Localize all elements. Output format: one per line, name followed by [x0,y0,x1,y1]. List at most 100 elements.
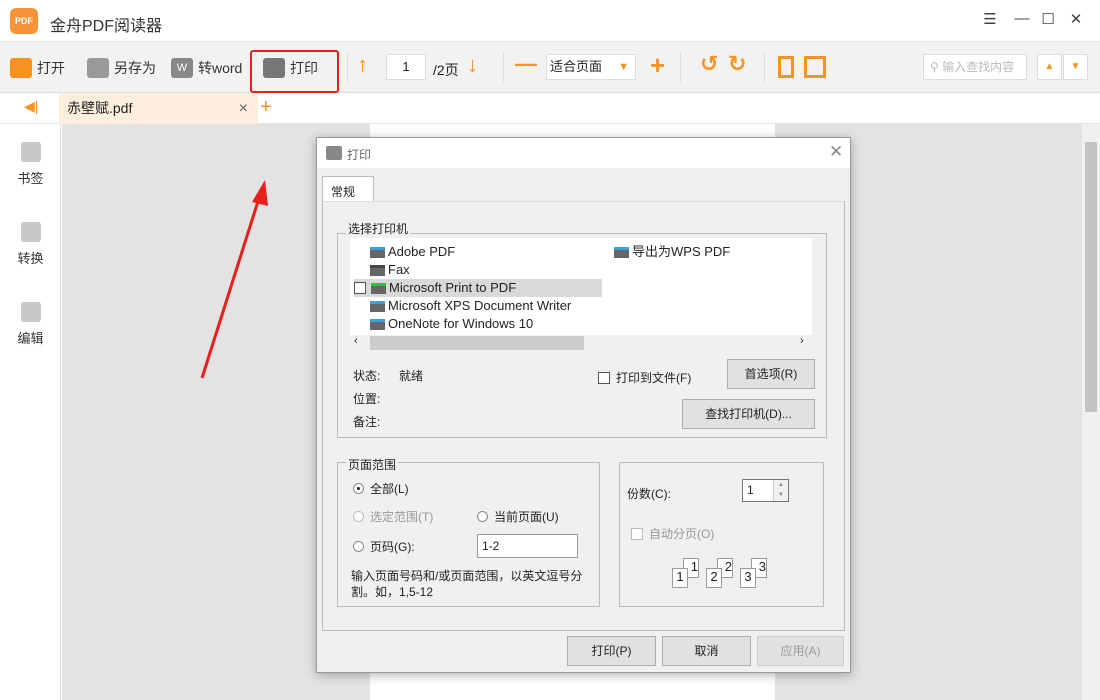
range-pages-radio[interactable]: 页码(G): [353,538,415,555]
to-word-label: 转word [198,60,243,76]
status-value: 就绪 [399,369,424,383]
printer-name: 导出为WPS PDF [632,244,731,259]
scroll-right-icon[interactable]: › [800,335,804,347]
printer-name: Microsoft XPS Document Writer [388,298,572,313]
collapse-sidebar-icon[interactable]: ◀| [24,98,38,115]
search-input[interactable]: ⚲ 输入查找内容 [923,54,1027,80]
save-as-button[interactable]: 另存为 [87,54,156,82]
search-placeholder: 输入查找内容 [942,60,1015,74]
printer-item[interactable]: 导出为WPS PDF [614,243,730,261]
page-sheet: 2 [706,568,722,588]
horizontal-scrollbar[interactable]: ‹ › [350,335,812,351]
range-current-radio[interactable]: 当前页面(U) [477,508,559,525]
sidebar-item-convert[interactable]: 转换 [0,222,61,267]
maximize-button[interactable]: ☐ [1038,10,1058,28]
find-printer-button[interactable]: 查找打印机(D)... [682,399,815,429]
radio [353,541,364,552]
printer-icon [326,146,342,160]
save-as-label: 另存为 [114,60,156,76]
checkmark-icon [354,282,366,294]
spinner-arrows-icon[interactable]: ▲ ▼ [773,480,788,501]
zoom-select[interactable]: 适合页面 ▼ [546,54,636,80]
printer-item[interactable]: Fax [370,261,410,279]
open-button[interactable]: 打开 [10,54,65,82]
search-prev-button[interactable]: ▲ [1037,54,1062,80]
divider [764,52,765,82]
single-page-icon[interactable] [778,56,794,78]
minimize-button[interactable]: — [1012,10,1032,27]
sidebar-label: 编辑 [17,331,44,346]
range-all-radio[interactable]: 全部(L) [353,480,409,497]
prev-page-icon[interactable]: ↑ [357,52,368,78]
page-range-label: 页面范围 [346,456,399,473]
print-to-file-label: 打印到文件(F) [616,371,692,385]
page-number-input[interactable]: 1 [386,54,426,80]
tab-document[interactable]: 赤壁赋.pdf × [59,93,258,124]
collate-label: 自动分页(O) [649,527,715,541]
page-range-input[interactable]: 1-2 [477,534,578,558]
status-label: 状态: [353,369,381,383]
zoom-out-icon[interactable]: — [515,51,537,77]
print-to-file-checkbox[interactable]: 打印到文件(F) [598,369,691,386]
page-sheet: 3 [740,568,756,588]
printer-item[interactable]: Microsoft XPS Document Writer [370,297,571,315]
dialog-close-icon[interactable]: ✕ [829,142,843,162]
printer-name: Adobe PDF [388,244,456,259]
add-tab-icon[interactable]: + [260,96,272,119]
printer-name: Fax [388,262,410,277]
fax-icon [370,264,385,276]
zoom-mode-value: 适合页面 [550,59,603,74]
copies-spinner[interactable]: 1 ▲ ▼ [742,479,789,502]
sidebar-label: 书签 [17,171,44,186]
folder-icon [10,58,32,78]
printer-icon [370,318,385,330]
title-bar: PDF 金舟PDF阅读器 ☰ — ☐ ✕ [0,0,1100,42]
cancel-button[interactable]: 取消 [662,636,751,666]
menu-icon[interactable]: ☰ [980,10,1000,28]
rotate-left-icon[interactable]: ↺ [700,51,718,77]
search-next-button[interactable]: ▼ [1063,54,1088,80]
sidebar: 书签 转换 编辑 [0,124,61,700]
printer-item[interactable]: OneNote for Windows 10 [370,315,533,333]
rotate-right-icon[interactable]: ↻ [728,51,746,77]
to-word-button[interactable]: W 转word [171,54,242,82]
scroll-left-icon[interactable]: ‹ [354,335,358,347]
zoom-in-icon[interactable]: + [650,50,665,81]
close-button[interactable]: ✕ [1066,10,1086,28]
checkbox[interactable] [598,372,610,384]
sidebar-item-bookmarks[interactable]: 书签 [0,142,61,187]
printer-item-selected[interactable]: Microsoft Print to PDF [354,279,602,297]
printer-group-label: 选择打印机 [346,220,411,237]
radio-label: 页码(G): [370,540,415,554]
chevron-down-icon: ▼ [618,61,629,73]
double-page-icon[interactable] [804,56,826,78]
scrollbar-thumb[interactable] [1085,142,1097,412]
tab-general[interactable]: 常规 [322,176,374,202]
range-hint: 输入页面号码和/或页面范围，以英文逗号分割。如，1,5-12 [351,569,583,599]
red-arrow [200,180,268,379]
next-page-icon[interactable]: ↓ [467,52,478,78]
preferences-button[interactable]: 首选项(R) [727,359,815,389]
checkbox [631,528,643,540]
copies-label: 份数(C): [627,487,671,501]
radio [353,511,364,522]
scrollbar-thumb[interactable] [370,336,584,350]
radio [353,483,364,494]
sidebar-item-edit[interactable]: 编辑 [0,302,61,347]
printer-name: OneNote for Windows 10 [388,316,534,331]
app-logo: PDF [10,8,38,34]
dialog-title: 打印 [347,148,372,162]
edit-icon [20,302,41,322]
radio-label: 全部(L) [370,482,409,496]
open-label: 打开 [37,60,65,76]
printer-icon [370,246,385,258]
printer-list[interactable]: Adobe PDF Fax Microsoft Print to PDF Mic… [350,238,812,338]
divider [680,52,681,82]
radio-label: 当前页面(U) [494,510,559,524]
printer-item[interactable]: Adobe PDF [370,243,455,261]
close-tab-icon[interactable]: × [239,93,248,124]
sidebar-label: 转换 [17,251,44,266]
page-total: /2页 [433,62,459,78]
print-confirm-button[interactable]: 打印(P) [567,636,656,666]
print-dialog: 打印 ✕ 常规 选择打印机 Adobe PDF Fax Microsoft Pr… [316,137,851,673]
